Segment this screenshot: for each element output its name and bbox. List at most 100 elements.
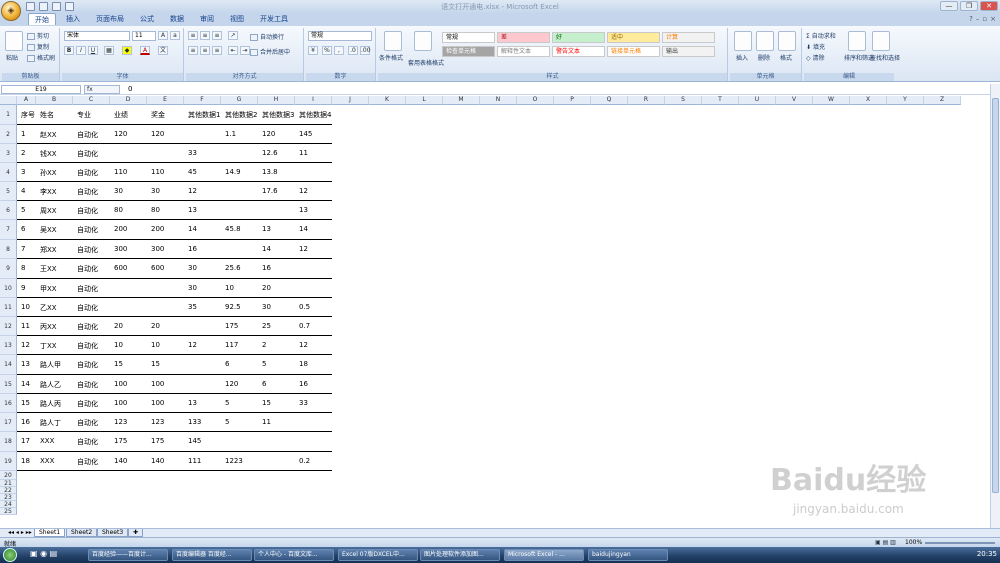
data-cell[interactable]: XXX bbox=[40, 457, 54, 465]
taskbar-item[interactable]: 个人中心 - 百度文库... bbox=[254, 549, 334, 561]
cell-style-8[interactable]: 链接单元格 bbox=[607, 46, 660, 57]
data-cell[interactable]: XXX bbox=[40, 437, 54, 445]
sort-filter-icon[interactable] bbox=[848, 31, 866, 51]
view-buttons-icon[interactable]: ▣ ▤ ▥ bbox=[875, 539, 896, 546]
data-cell[interactable]: 2 bbox=[21, 149, 25, 157]
row-header[interactable]: 3 bbox=[0, 144, 17, 163]
column-header[interactable]: J bbox=[332, 96, 369, 105]
format-cells-icon[interactable] bbox=[778, 31, 796, 51]
clear-button[interactable]: ◇ 清除 bbox=[806, 53, 825, 62]
column-header[interactable]: Y bbox=[887, 96, 924, 105]
row-header[interactable]: 1 bbox=[0, 105, 17, 125]
data-cell[interactable]: 丁XX bbox=[40, 341, 57, 351]
data-cell[interactable]: 13 bbox=[188, 399, 197, 407]
row-header[interactable]: 2 bbox=[0, 125, 17, 144]
data-cell[interactable]: 钱XX bbox=[40, 149, 57, 159]
data-cell[interactable]: 300 bbox=[151, 245, 164, 253]
data-cell[interactable]: 45 bbox=[188, 168, 197, 176]
data-cell[interactable]: 100 bbox=[151, 380, 164, 388]
data-cell[interactable]: 16 bbox=[262, 264, 271, 272]
data-cell[interactable]: 120 bbox=[262, 130, 275, 138]
format-as-table-button[interactable]: 套用表格格式 bbox=[408, 58, 444, 67]
row-header[interactable]: 16 bbox=[0, 394, 17, 413]
taskbar-item[interactable]: 图片处理软件添加图... bbox=[420, 549, 500, 561]
row-header[interactable]: 24 bbox=[0, 501, 17, 508]
format-as-table-icon[interactable] bbox=[414, 31, 432, 51]
column-header[interactable]: I bbox=[295, 96, 332, 105]
data-cell[interactable]: 乙XX bbox=[40, 303, 57, 313]
data-cell[interactable]: 5 bbox=[21, 206, 25, 214]
taskbar-item[interactable]: Microsoft Excel - ... bbox=[504, 549, 584, 561]
data-cell[interactable]: 自动化 bbox=[77, 399, 98, 409]
row-header[interactable]: 8 bbox=[0, 240, 17, 259]
data-cell[interactable]: 20 bbox=[262, 284, 271, 292]
cell-style-3[interactable]: 适中 bbox=[607, 32, 660, 43]
row-header[interactable]: 12 bbox=[0, 317, 17, 336]
minimize-button[interactable]: — bbox=[940, 1, 958, 11]
data-cell[interactable]: 自动化 bbox=[77, 225, 98, 235]
data-cell[interactable]: 13 bbox=[262, 225, 271, 233]
data-cell[interactable]: 自动化 bbox=[77, 130, 98, 140]
data-cell[interactable]: 王XX bbox=[40, 264, 57, 274]
data-cell[interactable]: 123 bbox=[114, 418, 127, 426]
data-cell[interactable]: 200 bbox=[151, 225, 164, 233]
data-cell[interactable]: 自动化 bbox=[77, 341, 98, 351]
data-cell[interactable]: 自动化 bbox=[77, 168, 98, 178]
taskbar-item[interactable]: 百度编辑器 百度经... bbox=[172, 549, 252, 561]
italic-button[interactable]: I bbox=[76, 46, 86, 55]
office-button[interactable]: ◈ bbox=[1, 1, 21, 21]
paste-icon[interactable] bbox=[5, 31, 23, 51]
column-header[interactable]: S bbox=[665, 96, 702, 105]
data-cell[interactable]: 郑XX bbox=[40, 245, 57, 255]
maximize-button[interactable]: ❐ bbox=[960, 1, 978, 11]
row-header[interactable]: 17 bbox=[0, 413, 17, 432]
data-cell[interactable]: 自动化 bbox=[77, 245, 98, 255]
row-header[interactable]: 5 bbox=[0, 182, 17, 201]
data-cell[interactable]: 92.5 bbox=[225, 303, 241, 311]
comma-button[interactable]: , bbox=[334, 46, 344, 55]
column-header[interactable]: A bbox=[17, 96, 36, 105]
data-cell[interactable]: 11 bbox=[299, 149, 308, 157]
data-cell[interactable]: 18 bbox=[21, 457, 30, 465]
data-cell[interactable]: 路人丁 bbox=[40, 418, 61, 428]
workbook-minimize-icon[interactable]: – bbox=[976, 15, 980, 23]
row-header[interactable]: 20 bbox=[0, 471, 17, 480]
data-cell[interactable]: 自动化 bbox=[77, 264, 98, 274]
row-header[interactable]: 15 bbox=[0, 375, 17, 394]
data-cell[interactable]: 110 bbox=[151, 168, 164, 176]
data-cell[interactable]: 30 bbox=[188, 284, 197, 292]
phonetic-icon[interactable]: 文 bbox=[158, 46, 168, 55]
workbook-close-icon[interactable]: × bbox=[990, 15, 996, 23]
header-cell[interactable]: 其他数据1 bbox=[188, 110, 220, 120]
cell-style-4[interactable]: 计算 bbox=[662, 32, 715, 43]
column-header[interactable]: K bbox=[369, 96, 406, 105]
column-header[interactable]: N bbox=[480, 96, 517, 105]
data-cell[interactable]: 25.6 bbox=[225, 264, 241, 272]
formula-input[interactable]: 0 bbox=[128, 85, 132, 93]
number-format-select[interactable]: 常规 bbox=[308, 31, 372, 41]
font-color-icon[interactable]: A bbox=[140, 46, 150, 55]
data-cell[interactable]: 12 bbox=[299, 245, 308, 253]
find-select-icon[interactable] bbox=[872, 31, 890, 51]
scroll-thumb[interactable] bbox=[992, 98, 999, 493]
currency-icon[interactable]: ¥ bbox=[308, 46, 318, 55]
align-top-icon[interactable]: ≡ bbox=[188, 31, 198, 40]
data-cell[interactable]: 11 bbox=[21, 322, 30, 330]
font-name-select[interactable]: 宋体 bbox=[64, 31, 130, 41]
header-cell[interactable]: 其他数据2 bbox=[225, 110, 257, 120]
data-cell[interactable]: 6 bbox=[225, 360, 229, 368]
row-header[interactable]: 6 bbox=[0, 201, 17, 220]
header-cell[interactable]: 其他数据4 bbox=[299, 110, 331, 120]
sheet-nav-icon[interactable]: ◂◂ ◂ ▸ ▸▸ bbox=[4, 529, 36, 537]
row-header[interactable]: 21 bbox=[0, 480, 17, 487]
data-cell[interactable]: 175 bbox=[225, 322, 238, 330]
sheet-tab-1[interactable]: Sheet1 bbox=[34, 529, 66, 537]
indent-decrease-icon[interactable]: ⇤ bbox=[228, 46, 238, 55]
data-cell[interactable]: 11 bbox=[262, 418, 271, 426]
paste-button[interactable]: 粘贴 bbox=[6, 53, 18, 62]
data-cell[interactable]: 自动化 bbox=[77, 457, 98, 467]
data-cell[interactable]: 4 bbox=[21, 187, 25, 195]
column-header[interactable]: H bbox=[258, 96, 295, 105]
data-cell[interactable]: 周XX bbox=[40, 206, 57, 216]
data-cell[interactable]: 自动化 bbox=[77, 360, 98, 370]
